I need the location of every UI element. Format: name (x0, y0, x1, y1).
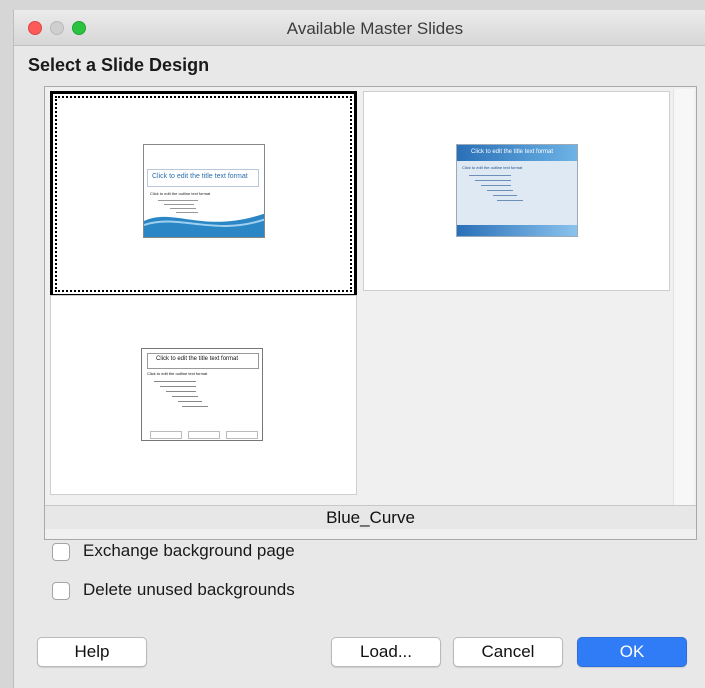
outline-line (497, 200, 523, 201)
preview-title-text: Click to edit the title text format (152, 173, 248, 180)
outline-line (481, 185, 511, 186)
section-heading: Select a Slide Design (28, 55, 210, 75)
footer-box (226, 431, 258, 439)
master-slides-dialog: Available Master Slides Select a Slide D… (13, 10, 705, 688)
outline-line (487, 190, 513, 191)
design-thumbnail-blue-header[interactable]: Click to edit the title text format Clic… (363, 91, 670, 291)
exchange-background-label[interactable]: Exchange background page (83, 541, 295, 561)
delete-unused-checkbox[interactable] (52, 582, 70, 600)
outline-line (160, 386, 196, 387)
preview-outline-text: Click to edit the outline text format (462, 165, 523, 170)
exchange-background-checkbox[interactable] (52, 543, 70, 561)
footer-box (188, 431, 220, 439)
cancel-button[interactable]: Cancel (453, 637, 563, 667)
design-thumbnail-default[interactable]: Click to edit the title text format Clic… (50, 295, 357, 495)
slide-preview: Click to edit the title text format Clic… (143, 144, 265, 238)
footer-box (150, 431, 182, 439)
preview-title-text: Click to edit the title text format (156, 356, 239, 362)
outline-line (172, 396, 198, 397)
outline-line (182, 406, 208, 407)
outline-line (475, 180, 511, 181)
outline-line (158, 200, 198, 201)
vertical-scrollbar[interactable] (673, 89, 694, 505)
outline-line (166, 391, 196, 392)
blue-curve-graphic (144, 213, 264, 237)
outline-line (154, 381, 196, 382)
design-thumbnail-blue-curve[interactable]: Click to edit the title text format Clic… (50, 91, 357, 297)
delete-unused-label[interactable]: Delete unused backgrounds (83, 580, 295, 600)
slide-preview: Click to edit the title text format Clic… (456, 144, 578, 237)
preview-outline-text: Click to edit the outline text format (150, 191, 211, 196)
outline-line (493, 195, 517, 196)
preview-outline-text: Click to edit the outline text format (147, 371, 208, 376)
title-bar[interactable]: Available Master Slides (14, 10, 705, 46)
preview-title-text: Click to edit the title text format (471, 149, 554, 155)
slide-design-list[interactable]: Click to edit the title text format Clic… (44, 86, 697, 540)
ok-button[interactable]: OK (577, 637, 687, 667)
window-title: Available Master Slides (286, 19, 464, 38)
outline-line (178, 401, 202, 402)
outline-line (469, 175, 511, 176)
slide-preview: Click to edit the title text format Clic… (141, 348, 263, 441)
load-button[interactable]: Load... (331, 637, 441, 667)
help-button[interactable]: Help (37, 637, 147, 667)
footer-band (457, 225, 577, 236)
selected-design-name: Blue_Curve (45, 505, 696, 529)
